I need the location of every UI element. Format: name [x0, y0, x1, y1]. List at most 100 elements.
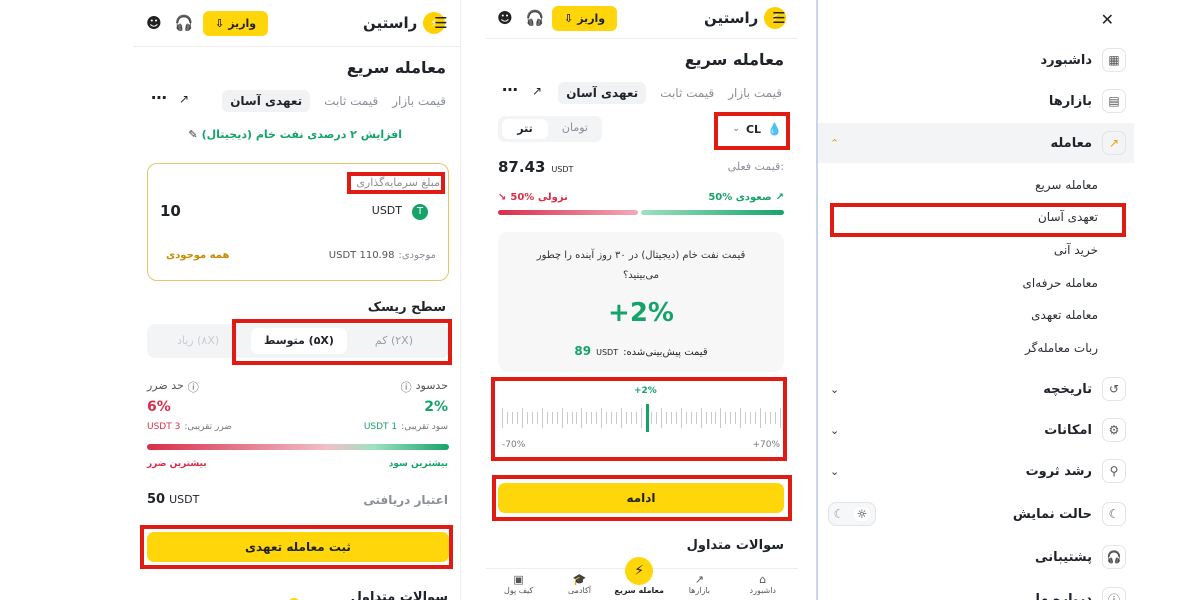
slider-tick — [526, 412, 528, 424]
tab-fixed-price[interactable]: قیمت ثابت — [324, 94, 378, 108]
more-icon[interactable]: ⋯ — [502, 80, 518, 99]
trend-up-icon: ↗ — [775, 192, 784, 203]
sidebar-item-about[interactable]: ⓘ درباره ما — [818, 579, 1134, 600]
slider-tick — [650, 412, 652, 424]
nav-quick-trade[interactable]: ⚡ معامله سریع — [614, 557, 664, 595]
user-icon[interactable]: ☻ — [143, 12, 165, 34]
sub-item-margin-trade[interactable]: معامله تعهدی — [1031, 308, 1098, 322]
slider-tick — [511, 412, 513, 424]
download-icon: ⇩ — [564, 11, 574, 25]
theme-toggle[interactable]: ☼ ☾ — [828, 502, 876, 526]
edit-icon: ✎ — [188, 128, 198, 141]
sub-item-quick-trade[interactable]: معامله سریع — [1035, 178, 1098, 192]
user-icon[interactable]: ☻ — [494, 7, 516, 29]
current-price: 87.43 USDT — [498, 158, 574, 176]
tp-estimate: سود تقریبی: 1 USDT — [363, 422, 448, 432]
sidebar-item-support[interactable]: 🎧 پشتیبانی — [818, 537, 1134, 577]
slider-tick — [581, 408, 583, 428]
more-icon[interactable]: ⋯ — [151, 88, 167, 107]
slider-tick — [596, 412, 598, 424]
slider-tick — [755, 412, 757, 424]
deposit-button[interactable]: ⇩ واریز — [203, 10, 269, 36]
asset-selector[interactable]: ⌄ CL 💧 — [732, 122, 782, 136]
risk-low[interactable]: کم (۲X) — [375, 334, 413, 347]
nav-markets[interactable]: ↗ بازارها — [689, 573, 710, 595]
chart-icon[interactable]: ↗ — [179, 92, 189, 106]
trade-tabs: قیمت بازار قیمت ثابت تعهدی آسان — [222, 90, 446, 112]
oil-drop-icon: 💧 — [767, 122, 782, 136]
sidebar-item-trade[interactable]: ↗ معامله ⌃ — [818, 123, 1134, 163]
slider-tick — [770, 412, 772, 424]
left-panel: ☻ 🎧 ⇩ واریز راستین ⚡ ☰ معامله سریع قیمت … — [133, 0, 461, 600]
bottom-nav: ⌂ داشبورد ↗ بازارها ⚡ معامله سریع 🎓 آکادمی ▣… — [486, 557, 798, 600]
sidebar-item-wealth[interactable]: ⚲ رشد ثروت ⌄ — [818, 451, 1134, 491]
slider-tick — [685, 412, 687, 424]
balance: موجودی: 110.98 USDT — [328, 250, 436, 261]
page-title: معامله سریع — [684, 50, 784, 69]
sub-item-trading-bot[interactable]: ربات معامله‌گر — [1025, 341, 1098, 355]
sidebar-item-features[interactable]: ⚙ امکانات ⌄ — [818, 410, 1134, 450]
tab-easy-margin[interactable]: تعهدی آسان — [558, 82, 647, 104]
slider-tick — [516, 412, 518, 424]
history-icon: ↺ — [1102, 377, 1126, 401]
sidebar-item-markets[interactable]: ▤ بازارها — [818, 81, 1134, 121]
slider-tick — [715, 412, 717, 424]
info-icon: ⓘ — [187, 381, 199, 394]
slider-min-label: -70% — [502, 440, 526, 450]
slider-tick — [710, 412, 712, 424]
tp-value: 2% — [424, 399, 448, 415]
slider-thumb[interactable] — [645, 404, 649, 432]
prediction-percent: +2% — [608, 298, 674, 328]
nav-dashboard[interactable]: ⌂ داشبورد — [750, 573, 776, 595]
sidebar-item-theme[interactable]: ☾ حالت نمایش ☼ ☾ — [818, 494, 1134, 534]
risk-bar — [147, 444, 449, 450]
nav-academy[interactable]: 🎓 آکادمی — [568, 573, 591, 595]
slider-tick — [705, 412, 707, 424]
deposit-button[interactable]: ⇩ واریز — [552, 5, 618, 31]
amount-input[interactable]: 10 — [160, 202, 181, 220]
about-icon: ⓘ — [1102, 587, 1126, 600]
tab-easy-margin[interactable]: تعهدی آسان — [222, 90, 311, 112]
sidebar-item-dashboard[interactable]: ▦ داشبورد — [818, 40, 1134, 80]
chart-icon[interactable]: ↗ — [532, 84, 542, 98]
sub-item-instant-buy[interactable]: خرید آنی — [1054, 243, 1098, 257]
features-icon: ⚙ — [1102, 418, 1126, 442]
promo-link[interactable]: افزایش ۲ درصدی نفت خام (دیجیتال) ✎ — [188, 128, 402, 141]
download-icon: ⇩ — [215, 16, 225, 30]
risk-medium[interactable]: متوسط (۵X) — [251, 328, 347, 354]
continue-button[interactable]: ادامه — [498, 483, 784, 513]
tab-market-price[interactable]: قیمت بازار — [728, 86, 782, 100]
tab-fixed-price[interactable]: قیمت ثابت — [660, 86, 714, 100]
menu-icon[interactable]: ☰ — [430, 12, 452, 34]
headset-icon[interactable]: 🎧 — [524, 7, 546, 29]
slider-tick — [571, 412, 573, 424]
invest-label: مبلغ سرمایه‌گذاری — [356, 176, 440, 189]
sub-item-easy-margin[interactable]: تعهدی آسان — [1038, 210, 1098, 224]
slider-ticks — [502, 404, 781, 432]
risk-title: سطح ریسک — [367, 300, 446, 315]
chevron-down-icon: ⌄ — [830, 464, 840, 478]
close-icon[interactable]: ✕ — [1101, 10, 1114, 29]
tab-tether[interactable]: تتر — [502, 119, 548, 139]
tab-toman[interactable]: تومان — [562, 121, 588, 134]
slider-tick — [765, 412, 767, 424]
prediction-slider[interactable]: +2% -70% +70% — [498, 384, 784, 454]
nav-wallet[interactable]: ▣ کیف پول — [504, 573, 533, 595]
slider-tick — [655, 412, 657, 424]
tab-market-price[interactable]: قیمت بازار — [392, 94, 446, 108]
slider-tick — [531, 412, 533, 424]
sidebar-item-history[interactable]: ↺ تاریخچه ⌄ — [818, 369, 1134, 409]
info-icon: ⓘ — [400, 381, 412, 394]
slider-tick — [670, 412, 672, 424]
menu-icon[interactable]: ☰ — [768, 7, 790, 29]
credit-value: 50 USDT — [147, 492, 200, 507]
prediction-card: قیمت نفت خام (دیجیتال) در ۳۰ روز آینده ر… — [498, 232, 784, 372]
slider-tick — [745, 412, 747, 424]
risk-high[interactable]: زیاد (۸X) — [177, 334, 219, 347]
all-balance-link[interactable]: همه موجودی — [166, 250, 229, 261]
slider-tick — [660, 408, 662, 428]
slider-tick — [586, 412, 588, 424]
sub-item-pro-trade[interactable]: معامله حرفه‌ای — [1023, 276, 1098, 290]
submit-margin-button[interactable]: ثبت معامله تعهدی — [147, 532, 449, 562]
headset-icon[interactable]: 🎧 — [173, 12, 195, 34]
